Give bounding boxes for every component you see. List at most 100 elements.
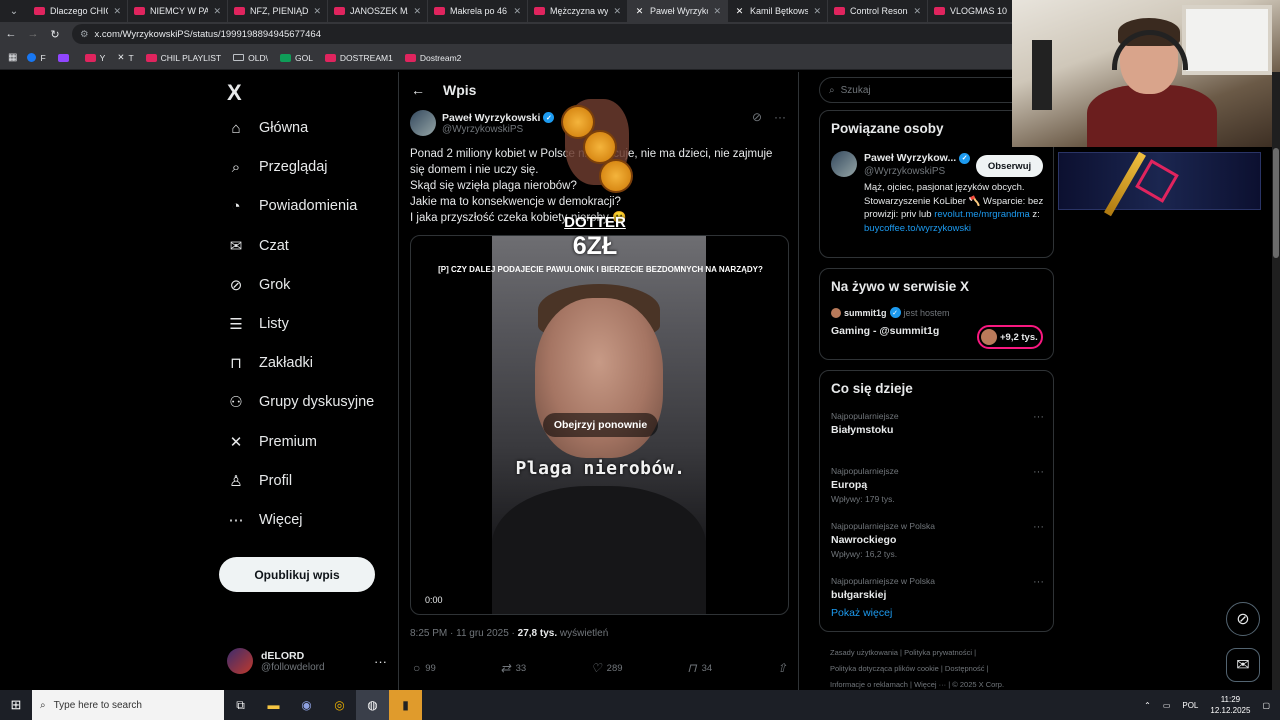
x-logo-icon[interactable]: X <box>227 80 242 106</box>
sidebar-item-2[interactable]: ◔ Powiadomienia <box>227 197 357 215</box>
footer-line[interactable]: Zasady użytkowania | Polityka prywatnośc… <box>830 645 1050 661</box>
obs-icon[interactable]: ◍ <box>356 690 389 720</box>
trend-item[interactable]: Najpopularniejsze w Polska bułgarskiej ··· <box>831 576 1044 601</box>
share-button[interactable]: ⇧ <box>777 661 787 675</box>
language-indicator[interactable]: POL <box>1182 701 1198 710</box>
bio-link[interactable]: revolut.me/mrgrandma <box>934 209 1030 220</box>
show-more-link[interactable]: Pokaż więcej <box>831 607 892 619</box>
bookmark-item[interactable]: ✕ T <box>117 52 133 63</box>
bio-link[interactable]: buycoffee.to/wyrzykowski <box>864 223 971 234</box>
taskbar-search-input[interactable]: ⌕ Type here to search <box>32 690 224 720</box>
sidebar-item-0[interactable]: ⌂ Główna <box>227 119 308 137</box>
back-arrow-icon[interactable]: ← <box>411 82 425 98</box>
browser-tab[interactable]: Makrela po 46 ✕ <box>428 0 528 22</box>
live-listeners-pill[interactable]: +9,2 tys. <box>977 325 1043 349</box>
apps-grid-icon[interactable]: ▦ <box>8 52 17 63</box>
tweet-timestamp[interactable]: 8:25 PM · 11 gru 2025 · <box>410 628 515 639</box>
footer-line[interactable]: Polityka dotycząca plików cookie | Dostę… <box>830 661 1050 677</box>
live-stream-title[interactable]: Gaming - @summit1g <box>831 325 939 337</box>
scrollbar-thumb[interactable] <box>1273 148 1279 258</box>
grok-icon[interactable]: ⊘ <box>752 110 762 124</box>
chrome-icon[interactable]: ◎ <box>323 690 356 720</box>
sidebar-item-4[interactable]: ⊘ Grok <box>227 276 291 294</box>
site-info-icon[interactable]: ⚙ <box>80 29 89 40</box>
sidebar-item-10[interactable]: ⋯ Więcej <box>227 511 303 529</box>
more-dots-icon[interactable]: ··· <box>374 654 387 669</box>
bookmark-item[interactable]: Y <box>84 52 105 63</box>
more-dots-icon[interactable]: ··· <box>1033 411 1044 423</box>
browser-tab[interactable]: ✕ Kamil Bętkows ✕ <box>728 0 828 22</box>
author-handle[interactable]: @WyrzykowskiPS <box>442 124 554 135</box>
browser-tab[interactable]: Control Resonan ✕ <box>828 0 928 22</box>
close-icon[interactable]: ✕ <box>913 6 921 17</box>
reload-icon[interactable]: ↻ <box>44 28 66 41</box>
bookmark-button[interactable]: ⊓ 34 <box>687 661 712 675</box>
task-view-icon[interactable]: ⧉ <box>224 690 257 720</box>
bookmark-item[interactable]: F <box>27 52 46 63</box>
bookmark-item[interactable]: OLD\ <box>233 52 268 63</box>
close-icon[interactable]: ✕ <box>713 6 721 17</box>
pinned-app-icon[interactable]: ▮ <box>389 690 422 720</box>
sidebar-item-8[interactable]: ✕ Premium <box>227 433 317 451</box>
like-button[interactable]: ♡ 289 <box>591 661 623 675</box>
browser-tab[interactable]: JANOSZEK MA ✕ <box>328 0 428 22</box>
more-dots-icon[interactable]: ··· <box>774 110 786 124</box>
bookmark-item[interactable]: Dostream2 <box>404 52 461 63</box>
avatar[interactable] <box>410 110 436 136</box>
reply-button[interactable]: ○ 99 <box>413 661 436 675</box>
sidebar-item-9[interactable]: ♙ Profil <box>227 472 292 490</box>
avatar[interactable] <box>831 151 857 177</box>
sidebar-item-5[interactable]: ☰ Listy <box>227 315 289 333</box>
clock[interactable]: 11:29 12.12.2025 <box>1210 694 1250 716</box>
network-icon[interactable]: ▭ <box>1163 701 1171 710</box>
messages-fab-icon[interactable]: ✉ <box>1226 648 1260 682</box>
replay-button[interactable]: Obejrzyj ponownie <box>543 413 658 437</box>
file-explorer-icon[interactable]: ▬ <box>257 690 290 720</box>
browser-tab[interactable]: Mężczyzna wyp ✕ <box>528 0 628 22</box>
more-dots-icon[interactable]: ··· <box>1033 521 1044 533</box>
notification-icon[interactable]: ▢ <box>1262 701 1270 710</box>
page-scrollbar[interactable] <box>1272 72 1280 690</box>
windows-start-icon[interactable]: ⊞ <box>0 690 32 720</box>
more-dots-icon[interactable]: ··· <box>1033 466 1044 478</box>
close-icon[interactable]: ✕ <box>413 6 421 17</box>
trend-item[interactable]: Najpopularniejsze Białymstoku ··· <box>831 411 1044 436</box>
sidebar-item-6[interactable]: ⊓ Zakładki <box>227 354 313 372</box>
sidebar-item-7[interactable]: ⚇ Grupy dyskusyjne <box>227 393 374 411</box>
tweet-author[interactable]: Paweł Wyrzykowski ✓ @WyrzykowskiPS <box>410 110 555 136</box>
close-icon[interactable]: ✕ <box>813 6 821 17</box>
forward-icon[interactable]: → <box>22 28 44 40</box>
bookmark-item[interactable]: CHIL PLAYLIST <box>145 52 221 63</box>
close-icon[interactable]: ✕ <box>313 6 321 17</box>
browser-tab[interactable]: Dlaczego CHIC ✕ <box>28 0 128 22</box>
trend-item[interactable]: Najpopularniejsze Europą Wpływy: 179 tys. ·… <box>831 466 1044 504</box>
post-button[interactable]: Opublikuj wpis <box>219 557 375 592</box>
footer-line[interactable]: Informacje o reklamach | Więcej ··· | © … <box>830 677 1050 690</box>
follow-button[interactable]: Obserwuj <box>976 155 1043 177</box>
author-name[interactable]: Paweł Wyrzykowski ✓ <box>442 112 555 124</box>
browser-tab[interactable]: NFZ, PIENIĄDZ ✕ <box>228 0 328 22</box>
grok-fab-icon[interactable]: ⊘ <box>1226 602 1260 636</box>
back-icon[interactable]: ← <box>0 28 22 40</box>
close-icon[interactable]: ✕ <box>513 6 521 17</box>
browser-tab[interactable]: ✕ Paweł Wyrzyko ✕ <box>628 0 728 22</box>
browser-tab[interactable]: NIEMCY W PA ✕ <box>128 0 228 22</box>
close-icon[interactable]: ✕ <box>213 6 221 17</box>
tray-expand-icon[interactable]: ⌃ <box>1144 701 1151 710</box>
close-icon[interactable]: ✕ <box>613 6 621 17</box>
bookmark-item[interactable]: GOL <box>279 52 313 63</box>
sidebar-item-3[interactable]: ✉ Czat <box>227 237 289 255</box>
bookmark-item[interactable]: DOSTREAM1 <box>324 52 393 63</box>
close-icon[interactable]: ✕ <box>113 6 121 17</box>
account-switcher[interactable]: dELORD @followdelord ··· <box>227 648 387 674</box>
more-dots-icon[interactable]: ··· <box>1033 576 1044 588</box>
related-name[interactable]: Paweł Wyrzykow... ✓ <box>864 152 971 164</box>
discord-icon[interactable]: ◉ <box>290 690 323 720</box>
video-player[interactable]: [P] CZY DALEJ PODAJECIE PAWULONIK I BIER… <box>410 235 789 615</box>
tab-label: JANOSZEK MA <box>350 6 409 16</box>
tab-search-icon[interactable]: ⌄ <box>0 0 28 22</box>
sidebar-item-1[interactable]: ⌕ Przeglądaj <box>227 158 328 176</box>
bookmark-item[interactable] <box>57 52 73 63</box>
repost-button[interactable]: ⇄ 33 <box>501 661 527 675</box>
trend-item[interactable]: Najpopularniejsze w Polska Nawrockiego Wpł… <box>831 521 1044 559</box>
